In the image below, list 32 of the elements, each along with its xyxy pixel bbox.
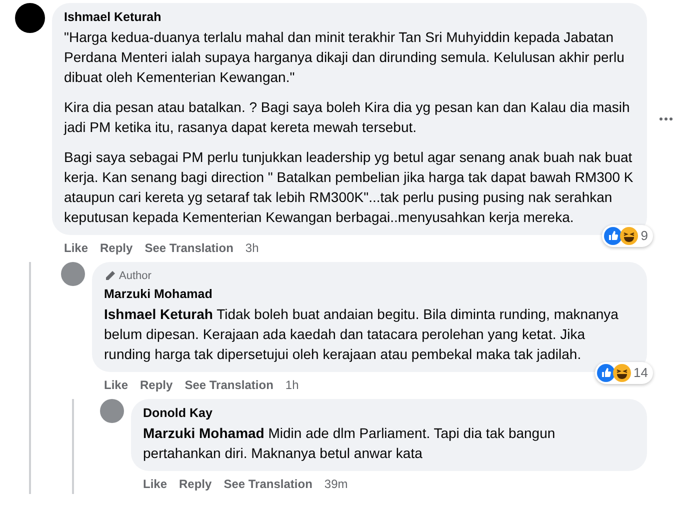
comment-action-link[interactable]: Like xyxy=(64,239,88,257)
thumbs-up-icon xyxy=(596,364,615,382)
more-options-icon[interactable] xyxy=(659,117,673,121)
comment-text: Marzuki Mohamad Midin ade dlm Parliament. Tapi dia tak bangun pertahankan diri. Maknanya betul anwar kata xyxy=(143,424,556,462)
comment-action-link[interactable]: Like xyxy=(143,474,168,492)
comment-text: Bagi saya sebagai PM perlu tunjukkan leadership yg betul agar senang anak buah nak buat kerja. Kan senang bagi direction " Batalkan pembelian jika harga tak dapat bawah RM300 K ataupun cari kereta yg setaraf tak lebih RM300K"...tak perlu pusing pusing nak serahkan keputusan kepada Kementerian Kewangan berbagai..menyusahkan kerja mereka. xyxy=(64,148,634,227)
thumbs-up-icon xyxy=(604,227,622,245)
pen-icon xyxy=(104,270,116,282)
avatar[interactable] xyxy=(15,3,45,33)
comment-action-link[interactable]: See Translation xyxy=(184,376,274,394)
author-name[interactable]: Donold Kay xyxy=(143,404,635,422)
comment-action-link[interactable]: Reply xyxy=(140,376,173,394)
laughing-face-icon xyxy=(620,227,638,245)
reaction-count: 14 xyxy=(634,364,648,382)
comment-time: 1h xyxy=(285,376,299,394)
comment-text: Kira dia pesan atau batalkan. ? Bagi saya boleh Kira dia yg pesan kan dan Kalau dia masih jadi PM ketika itu, rasanya dapat kereta mewah tersebut. xyxy=(64,98,631,137)
comment-action-link[interactable]: Like xyxy=(104,376,128,394)
reaction-summary[interactable]: 9 xyxy=(602,225,653,247)
comment-action-link[interactable]: Reply xyxy=(179,474,212,492)
comment-time: 39m xyxy=(324,476,348,492)
comment-action-link[interactable]: See Translation xyxy=(144,239,234,257)
laughing-face-icon xyxy=(612,364,631,382)
author-name[interactable]: Ishmael Keturah xyxy=(64,9,635,26)
comment-action-link[interactable]: See Translation xyxy=(224,474,312,492)
reaction-summary[interactable]: 14 xyxy=(594,362,653,384)
comment-time: 3h xyxy=(245,240,259,257)
author-label: Author xyxy=(119,269,152,284)
comment-text: Ishmael Keturah Tidak boleh buat andaian begitu. Bila diminta runding, maknanya belum dipesan. Kerajaan ada kaedah dan tatacara perolehan yang ketat. Jika runding harga tak dipersetujui oleh kerajaan atau pembekal maka tak jadilah. xyxy=(104,304,620,364)
comment-text: "Harga kedua-duanya terlalu mahal dan minit terakhir Tan Sri Muhyiddin kepada Jabatan Perdana Menteri ialah supaya harganya dikaji dan dirunding semula. Kelulusan akhir perlu dibuat oleh Kementerian Kewangan." xyxy=(64,28,626,87)
comment-action-link[interactable]: Reply xyxy=(100,239,133,257)
reaction-count: 9 xyxy=(640,227,648,246)
author-name[interactable]: Marzuki Mohamad xyxy=(104,286,635,302)
